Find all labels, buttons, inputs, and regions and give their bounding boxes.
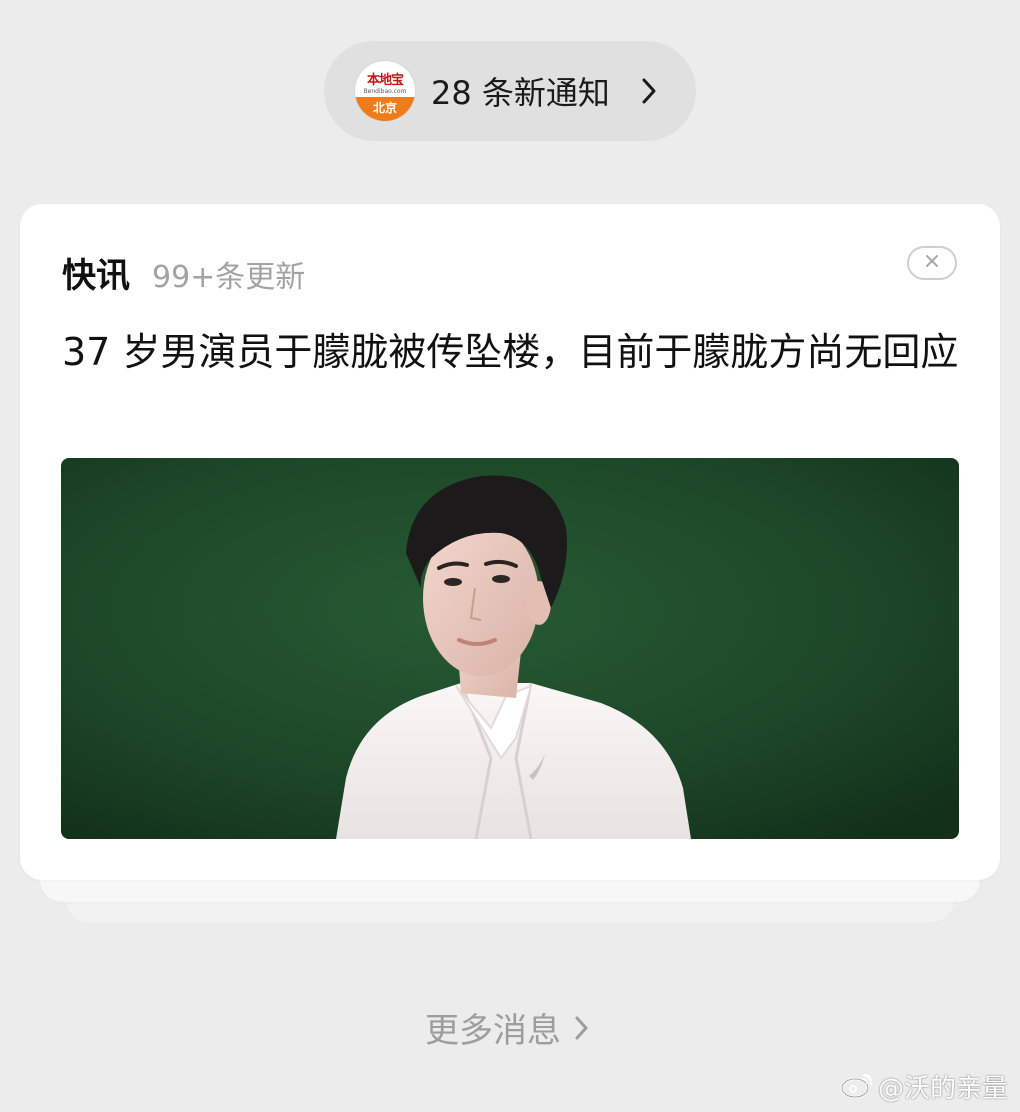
news-headline[interactable]: 37 岁男演员于朦胧被传坠楼，目前于朦胧方尚无回应	[62, 324, 962, 380]
chevron-right-icon	[575, 1013, 595, 1043]
news-flash-card[interactable]: 快讯 99+条更新 37 岁男演员于朦胧被传坠楼，目前于朦胧方尚无回应	[20, 204, 1000, 880]
close-button[interactable]	[907, 246, 957, 280]
news-photo-graphic	[61, 458, 959, 839]
chevron-right-icon	[636, 75, 662, 107]
logo-city-text: 北京	[355, 97, 415, 121]
watermark-text: @沃的亲量	[877, 1074, 1008, 1104]
update-count: 99+条更新	[152, 260, 306, 295]
new-notifications-pill[interactable]: 本地宝 Bendibao.com 北京 28 条新通知	[324, 41, 696, 141]
new-notifications-label: 28 条新通知	[431, 74, 610, 112]
card-header: 快讯 99+条更新	[62, 248, 305, 297]
more-messages-link[interactable]: 更多消息	[0, 1003, 1020, 1052]
notification-screen: 本地宝 Bendibao.com 北京 28 条新通知 快讯 99+条更新 37…	[0, 0, 1020, 1112]
more-messages-label: 更多消息	[425, 1011, 561, 1051]
news-photo[interactable]	[61, 458, 959, 839]
weibo-watermark: @沃的亲量	[840, 1068, 1008, 1105]
logo-brand-text: 本地宝	[366, 73, 404, 88]
logo-brand-subtext: Bendibao.com	[363, 88, 407, 95]
weibo-icon	[840, 1071, 874, 1103]
close-icon	[924, 253, 940, 273]
card-title: 快讯	[62, 256, 130, 296]
bendibao-app-logo: 本地宝 Bendibao.com 北京	[355, 61, 415, 121]
